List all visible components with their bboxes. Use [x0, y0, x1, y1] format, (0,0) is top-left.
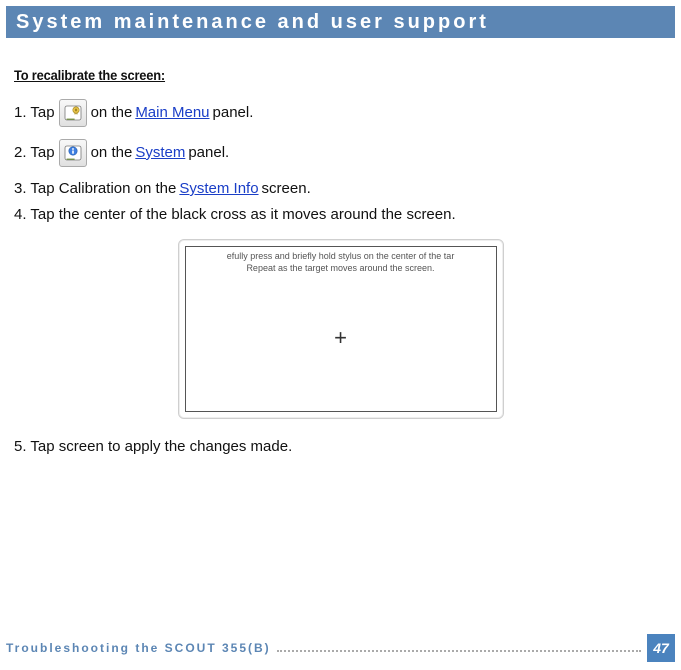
calibration-cross-icon: + — [334, 323, 347, 353]
step-3: 3. Tap Calibration on the System Info sc… — [14, 179, 667, 199]
step-5: 5. Tap screen to apply the changes made. — [14, 437, 667, 457]
link-main-menu[interactable]: Main Menu — [135, 103, 209, 123]
calibration-message: efully press and briefly hold stylus on … — [221, 247, 461, 274]
step-1-post: panel. — [213, 103, 254, 123]
footer-dots — [277, 650, 641, 652]
calibration-inner: efully press and briefly hold stylus on … — [185, 246, 497, 412]
title-bar: System maintenance and user support — [6, 6, 675, 38]
step-2-post: panel. — [188, 143, 229, 163]
step-3-post: screen. — [262, 179, 311, 199]
page-title: System maintenance and user support — [16, 11, 489, 34]
step-2-pre: 2. Tap — [14, 143, 55, 163]
link-system[interactable]: System — [135, 143, 185, 163]
step-3-pre: 3. Tap Calibration on the — [14, 179, 176, 199]
step-1-pre: 1. Tap — [14, 103, 55, 123]
page-number-badge: 47 — [647, 634, 675, 662]
step-2: 2. Tap on the System panel. — [14, 139, 667, 167]
link-system-info[interactable]: System Info — [179, 179, 258, 199]
calibration-screenshot: efully press and briefly hold stylus on … — [178, 239, 504, 419]
system-icon — [59, 99, 87, 127]
step-2-mid: on the — [91, 143, 133, 163]
step-1: 1. Tap on the Main Menu panel. — [14, 99, 667, 127]
step-1-mid: on the — [91, 103, 133, 123]
section-heading: To recalibrate the screen: — [14, 66, 615, 85]
calib-msg-line2: Repeat as the target moves around the sc… — [246, 263, 434, 273]
footer-title: Troubleshooting the SCOUT 355(B) — [6, 641, 271, 655]
sys-info-icon — [59, 139, 87, 167]
calib-msg-line1: efully press and briefly hold stylus on … — [227, 251, 455, 261]
page-footer: Troubleshooting the SCOUT 355(B) 47 — [0, 634, 681, 662]
step-4: 4. Tap the center of the black cross as … — [14, 205, 667, 225]
page-content: To recalibrate the screen: 1. Tap on the… — [0, 38, 681, 458]
